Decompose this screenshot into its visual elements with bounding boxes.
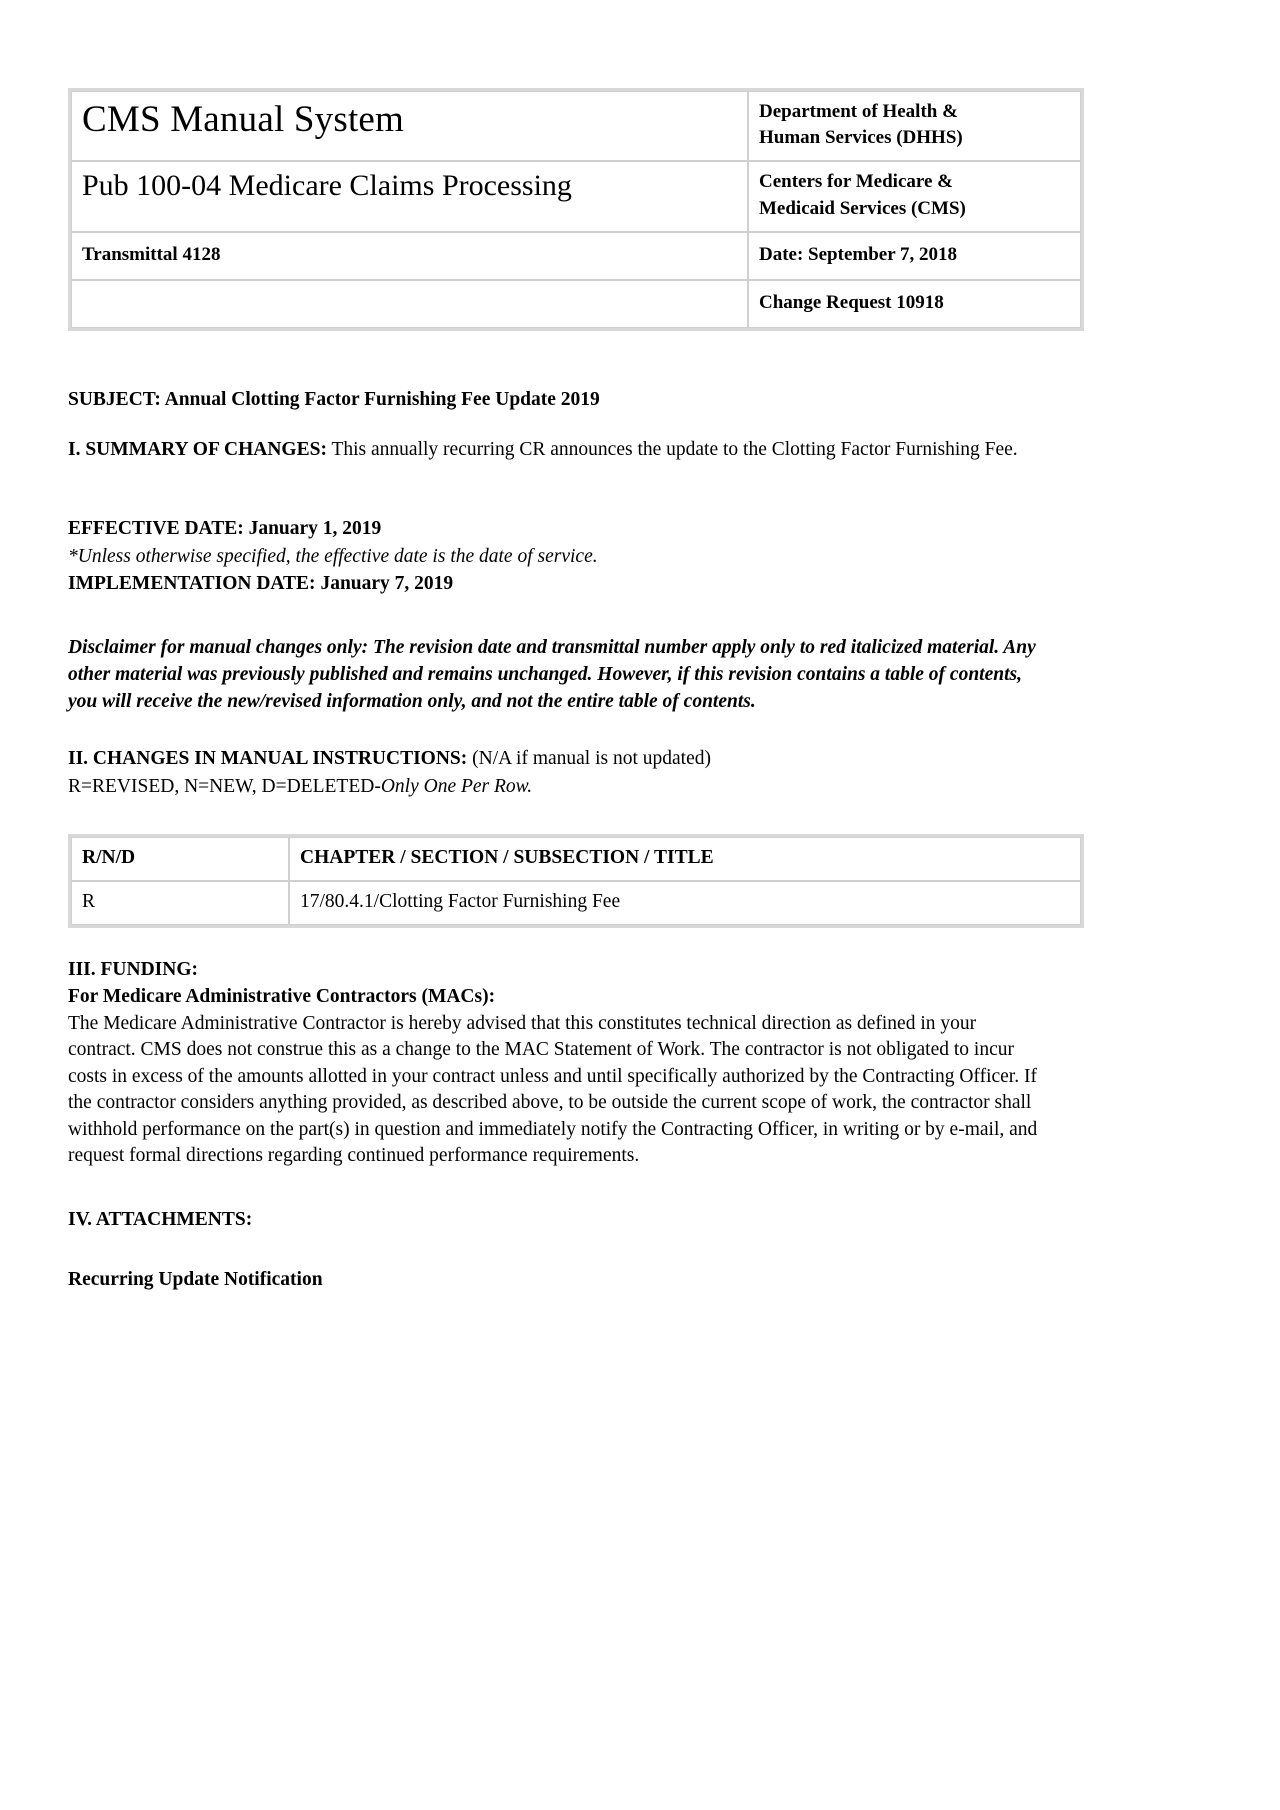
document-content: CMS Manual System Department of Health &… xyxy=(68,88,1084,1291)
column-header-chapter-section: CHAPTER / SECTION / SUBSECTION / TITLE xyxy=(289,836,1081,881)
attachment-item: Recurring Update Notification xyxy=(68,1269,323,1291)
cell-chapter-section-value: 17/80.4.1/Clotting Factor Furnishing Fee xyxy=(289,880,1081,925)
header-row-title: CMS Manual System Department of Health &… xyxy=(71,91,1081,162)
agency-line-2: Medicaid Services (CMS) xyxy=(759,197,966,219)
funding-heading: III. FUNDING: xyxy=(68,958,199,980)
department-line-1: Department of Health & xyxy=(759,101,958,122)
subject-text: Annual Clotting Factor Furnishing Fee Up… xyxy=(160,389,600,411)
subject-label: SUBJECT: xyxy=(68,389,161,411)
effective-date-line: EFFECTIVE DATE: January 1, 2019 xyxy=(68,515,1044,542)
table-header-row: R/N/D CHAPTER / SECTION / SUBSECTION / T… xyxy=(71,836,1081,881)
changes-heading-note: (N/A if manual is not updated) xyxy=(467,748,711,770)
effective-date-note: *Unless otherwise specified, the effecti… xyxy=(68,545,598,567)
funding-section: III. FUNDING: For Medicare Administrativ… xyxy=(68,956,1044,1170)
changes-legend-line: R=REVISED, N=NEW, D=DELETED-Only One Per… xyxy=(68,773,1044,800)
header-row-transmittal: Transmittal 4128 Date: September 7, 2018 xyxy=(71,231,1081,281)
summary-text: This annually recurring CR announces the… xyxy=(326,439,1018,461)
manual-changes-disclaimer: Disclaimer for manual changes only: The … xyxy=(68,636,1036,712)
implementation-date-label: IMPLEMENTATION DATE: xyxy=(68,572,316,594)
changes-table-wrapper: R/N/D CHAPTER / SECTION / SUBSECTION / T… xyxy=(68,833,1084,928)
attachments-heading: IV. ATTACHMENTS: xyxy=(68,1209,253,1231)
dates-block: EFFECTIVE DATE: January 1, 2019 *Unless … xyxy=(68,515,1044,596)
document-page: CMS Manual System Department of Health &… xyxy=(0,0,1280,1810)
implementation-date-value: January 7, 2019 xyxy=(315,572,454,594)
cell-rnd-value: R xyxy=(71,880,289,925)
changes-legend-plain: R=REVISED, N=NEW, D=DELETED- xyxy=(68,775,381,797)
department-cell: Department of Health & Human Services (D… xyxy=(748,91,1081,162)
table-row: R 17/80.4.1/Clotting Factor Furnishing F… xyxy=(71,880,1081,925)
change-request-number: Change Request 10918 xyxy=(748,280,1081,329)
transmittal-date: Date: September 7, 2018 xyxy=(748,231,1081,281)
changes-heading-line: II. CHANGES IN MANUAL INSTRUCTIONS: (N/A… xyxy=(68,745,1044,772)
transmittal-number: Transmittal 4128 xyxy=(71,231,748,281)
effective-date-label: EFFECTIVE DATE: xyxy=(68,518,244,540)
changes-legend-italic: Only One Per Row. xyxy=(380,775,533,797)
manual-instructions-table: R/N/D CHAPTER / SECTION / SUBSECTION / T… xyxy=(68,833,1084,928)
funding-subheading: For Medicare Administrative Contractors … xyxy=(68,985,496,1007)
changes-heading-label: II. CHANGES IN MANUAL INSTRUCTIONS: xyxy=(68,748,468,770)
publication-title: Pub 100-04 Medicare Claims Processing xyxy=(71,161,748,232)
header-row-publication: Pub 100-04 Medicare Claims Processing Ce… xyxy=(71,161,1081,232)
transmittal-header-table: CMS Manual System Department of Health &… xyxy=(68,88,1084,332)
column-header-rnd: R/N/D xyxy=(71,836,289,881)
implementation-date-line: IMPLEMENTATION DATE: January 7, 2019 xyxy=(68,570,1044,597)
subject-line: SUBJECT: Annual Clotting Factor Furnishi… xyxy=(68,389,1044,411)
manual-system-title: CMS Manual System xyxy=(71,91,748,162)
agency-line-1: Centers for Medicare & xyxy=(759,171,953,193)
summary-of-changes: I. SUMMARY OF CHANGES: This annually rec… xyxy=(68,437,1044,463)
changes-in-manual-instructions-heading: II. CHANGES IN MANUAL INSTRUCTIONS: (N/A… xyxy=(68,745,1044,799)
funding-body-text: The Medicare Administrative Contractor i… xyxy=(68,1012,1038,1166)
department-line-2: Human Services (DHHS) xyxy=(759,127,963,149)
header-blank-cell xyxy=(71,280,748,329)
agency-cell: Centers for Medicare & Medicaid Services… xyxy=(748,161,1081,232)
effective-date-value: January 1, 2019 xyxy=(243,518,382,540)
summary-label: I. SUMMARY OF CHANGES: xyxy=(68,439,327,461)
header-row-change-request: Change Request 10918 xyxy=(71,280,1081,329)
